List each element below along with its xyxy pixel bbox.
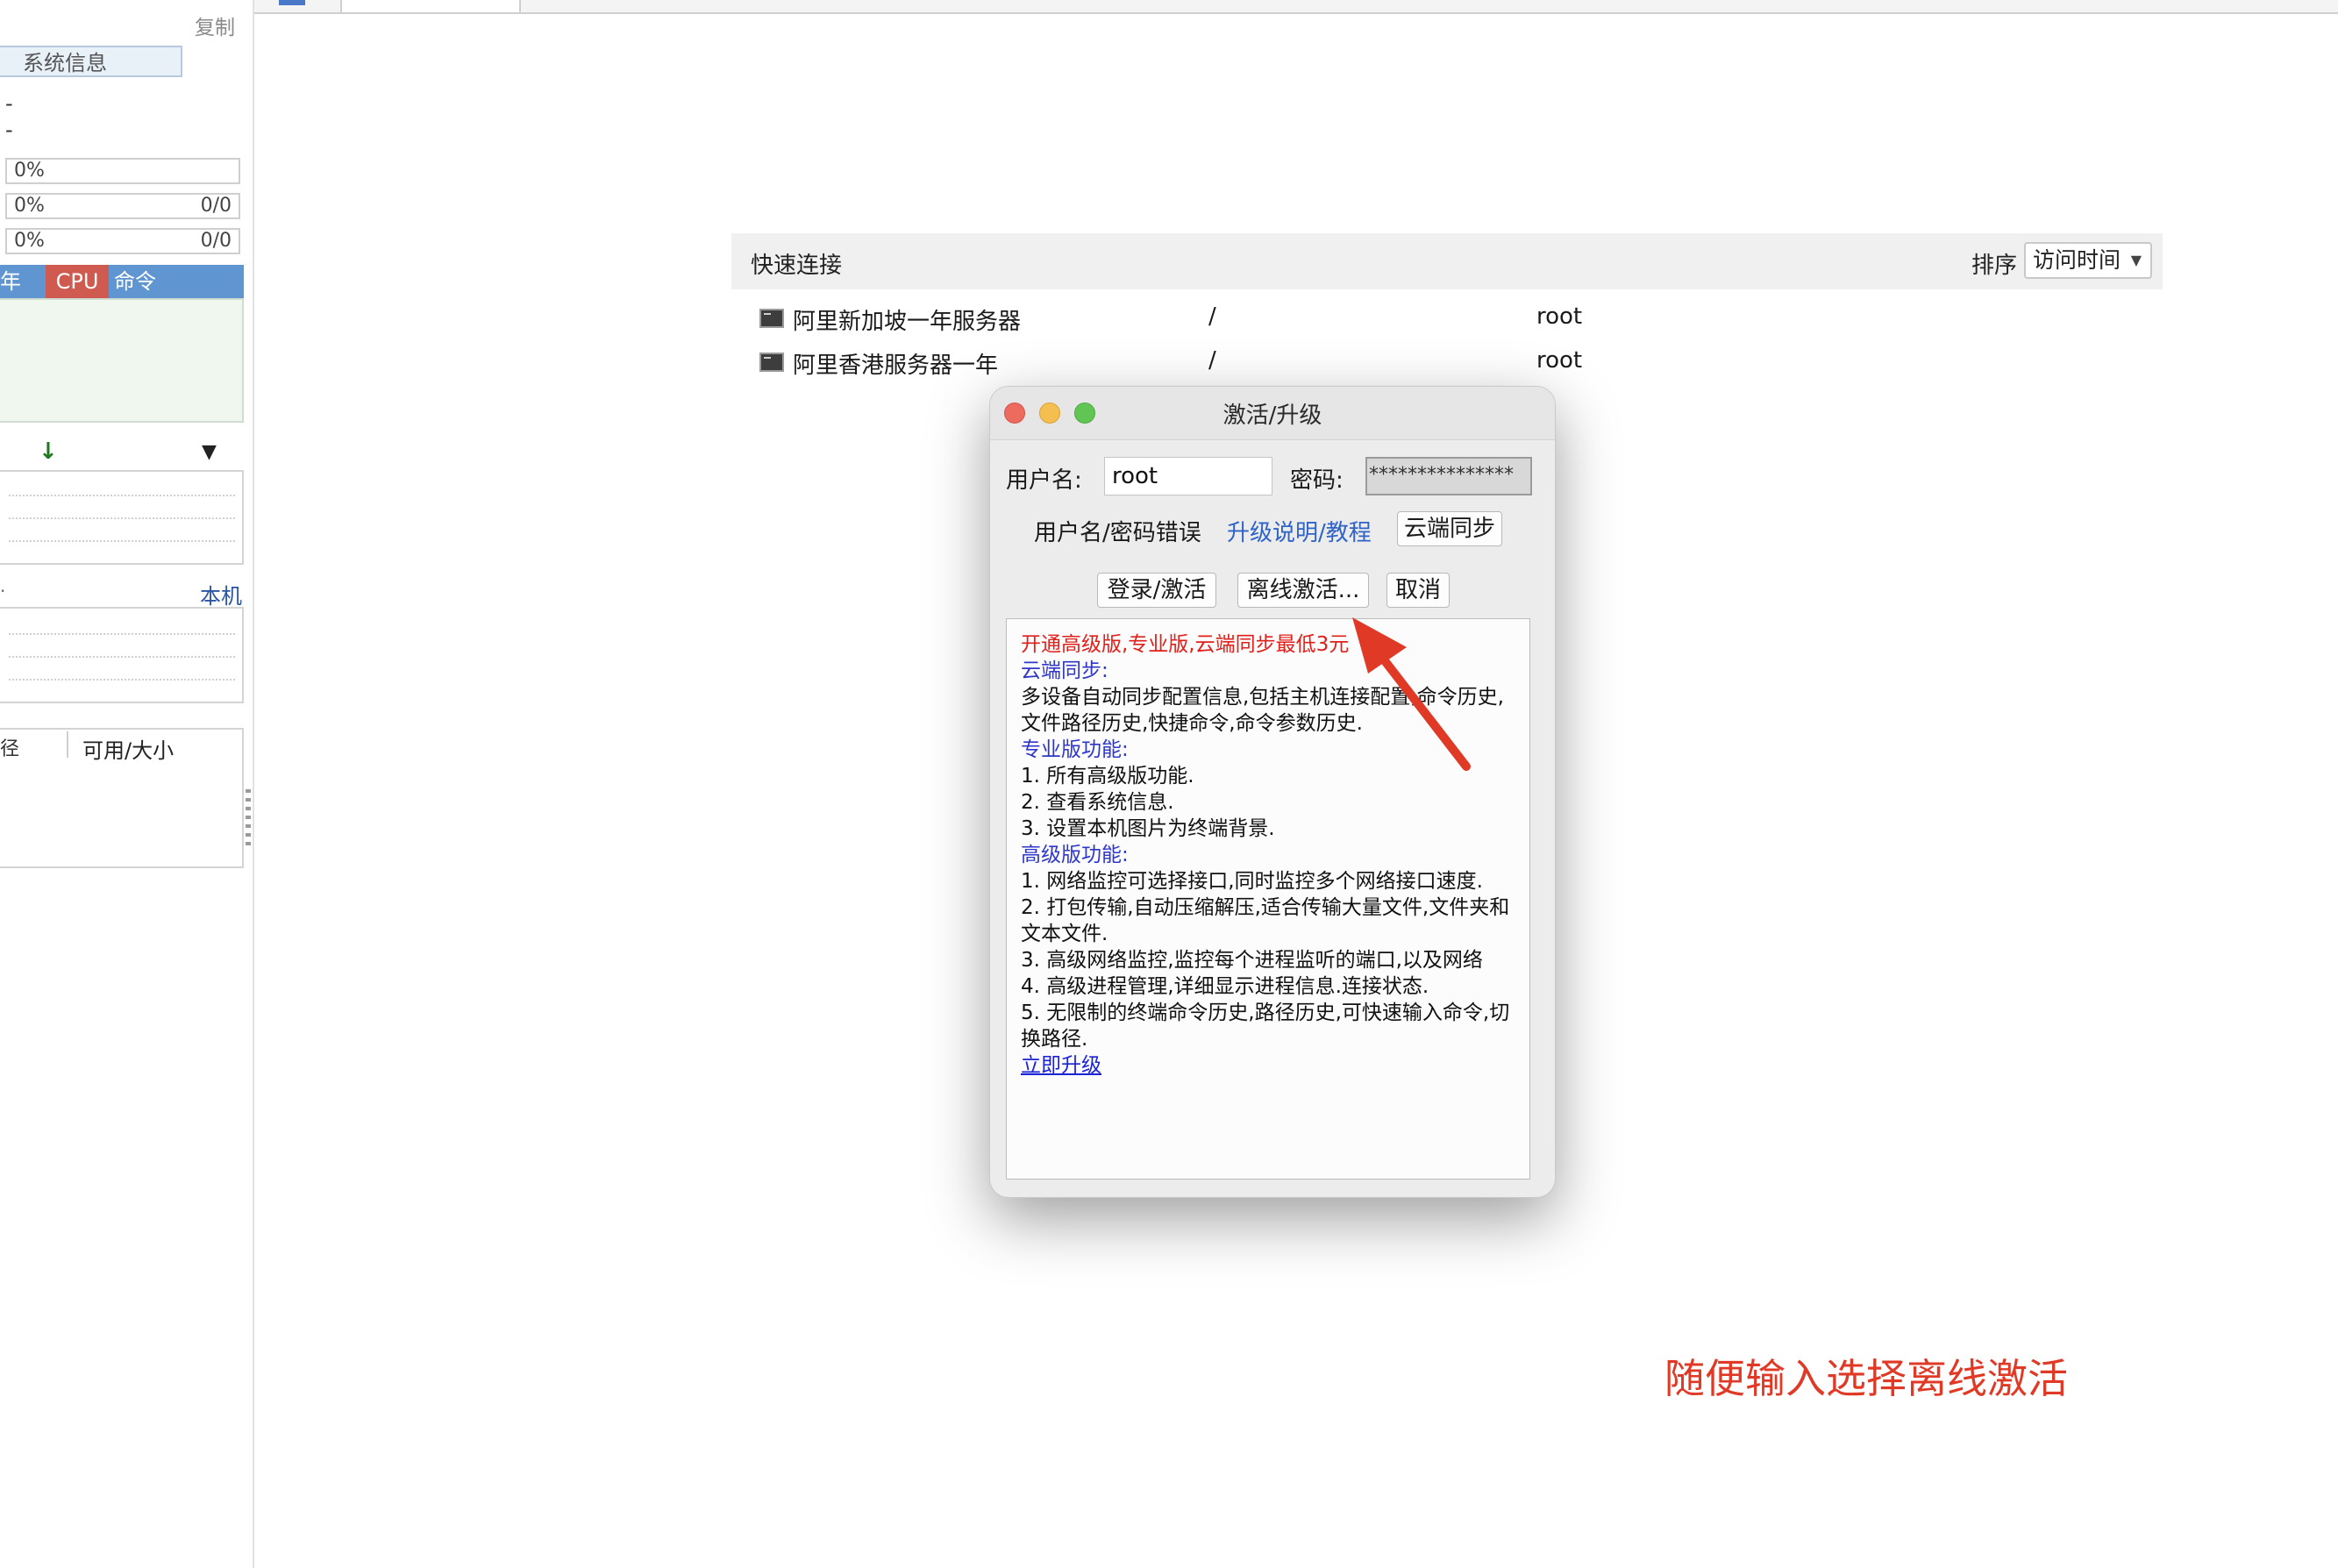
upgrade-guide-link[interactable]: 升级说明/教程 [1227,515,1372,547]
system-info-button[interactable]: 系统信息 [0,46,182,77]
process-col-memory[interactable]: 年 [0,265,21,298]
username-input[interactable]: root [1104,457,1272,495]
upgrade-now-link[interactable]: 立即升级 [1021,1052,1517,1079]
disk-col-path[interactable]: 径 [0,733,19,761]
ping-label: · [0,581,6,602]
server-path: / [1208,347,1216,374]
advanced-feature-item: 3. 高级网络监控,监控每个进程监听的端口,以及网络 [1021,949,1483,972]
server-name[interactable]: 阿里香港服务器一年 [793,347,998,380]
copy-button[interactable]: 复制 [195,11,235,40]
process-table-header: 年 CPU 命令 [0,265,244,298]
process-col-cpu[interactable]: CPU [46,265,109,298]
cpu-meter-percent: 0% [14,160,45,182]
memory-meter-count: 0/0 [200,195,232,217]
login-activate-button[interactable]: 登录/激活 [1097,573,1216,608]
panel-splitter-handle[interactable] [246,789,251,851]
quick-connect-title: 快速连接 [751,253,843,279]
network-chart [0,470,244,565]
pro-feature-item: 3. 设置本机图片为终端背景. [1021,817,1275,840]
swap-meter: 0% 0/0 [5,228,240,254]
advanced-features-title: 高级版功能: [1021,844,1129,866]
new-tab-icon [279,0,305,5]
swap-meter-percent: 0% [14,230,45,252]
advanced-feature-item: 1. 网络监控可选择接口,同时监控多个网络接口速度. [1021,870,1483,893]
server-name[interactable]: 阿里新加坡一年服务器 [793,303,1021,336]
cloud-sync-button[interactable]: 云端同步 [1397,511,1502,546]
process-col-command[interactable]: 命令 [114,265,156,298]
annotation-arrow-icon [1352,617,1471,771]
terminal-icon [759,309,784,328]
password-input[interactable]: *************** [1365,457,1532,495]
server-user: root [1536,303,1583,330]
process-table-body [0,298,244,423]
login-error-text: 用户名/密码错误 [1034,520,1201,546]
memory-meter: 0% 0/0 [5,193,240,219]
cpu-meter: 0% [5,158,240,184]
local-machine-label[interactable]: 本机 [200,579,242,609]
server-path: / [1208,303,1216,330]
chart-gridline [9,656,235,658]
system-field-2: - [5,118,13,142]
cancel-button[interactable]: 取消 [1386,573,1450,608]
tab-bar [254,0,2338,14]
password-label: 密码: [1290,467,1344,494]
advanced-feature-item: 2. 打包传输,自动压缩解压,适合传输大量文件,文件夹和文本文件. [1021,896,1510,945]
network-interface-dropdown-icon[interactable]: ▼ [202,441,217,463]
chart-gridline [9,495,235,496]
pro-feature-item: 2. 查看系统信息. [1021,791,1174,814]
ping-chart [0,607,244,703]
chart-gridline [9,679,235,681]
disk-col-available-size[interactable]: 可用/大小 [82,733,174,764]
chart-gridline [9,517,235,519]
advanced-feature-item: 5. 无限制的终端命令历史,路径历史,可快速输入命令,切换路径. [1021,1001,1510,1051]
terminal-icon [759,353,784,372]
sort-label: 排序 [1971,253,2018,279]
sort-select[interactable]: 访问时间 ▼ [2024,242,2152,279]
swap-meter-count: 0/0 [200,230,232,252]
dialog-title: 激活/升级 [1222,403,1322,429]
chart-gridline [9,633,235,635]
download-arrow-icon: ↓ [39,438,58,465]
sort-select-value: 访问时间 [2033,247,2121,273]
column-separator [67,731,68,758]
chart-gridline [9,540,235,542]
quick-connect-header [731,233,2163,289]
activation-dialog: 激活/升级 用户名: root 密码: *************** 用户名/… [989,386,1556,1198]
annotation-text: 随便输入选择离线激活 [1664,1355,2068,1402]
offline-activate-button[interactable]: 离线激活... [1237,573,1369,608]
memory-meter-percent: 0% [14,195,45,217]
server-user: root [1536,347,1583,374]
system-field-1: - [5,91,13,116]
chevron-down-icon: ▼ [2130,252,2142,268]
advanced-feature-item: 4. 高级进程管理,详细显示进程信息.连接状态. [1021,975,1429,998]
tab-active[interactable] [340,0,521,12]
username-label: 用户名: [1006,467,1082,494]
